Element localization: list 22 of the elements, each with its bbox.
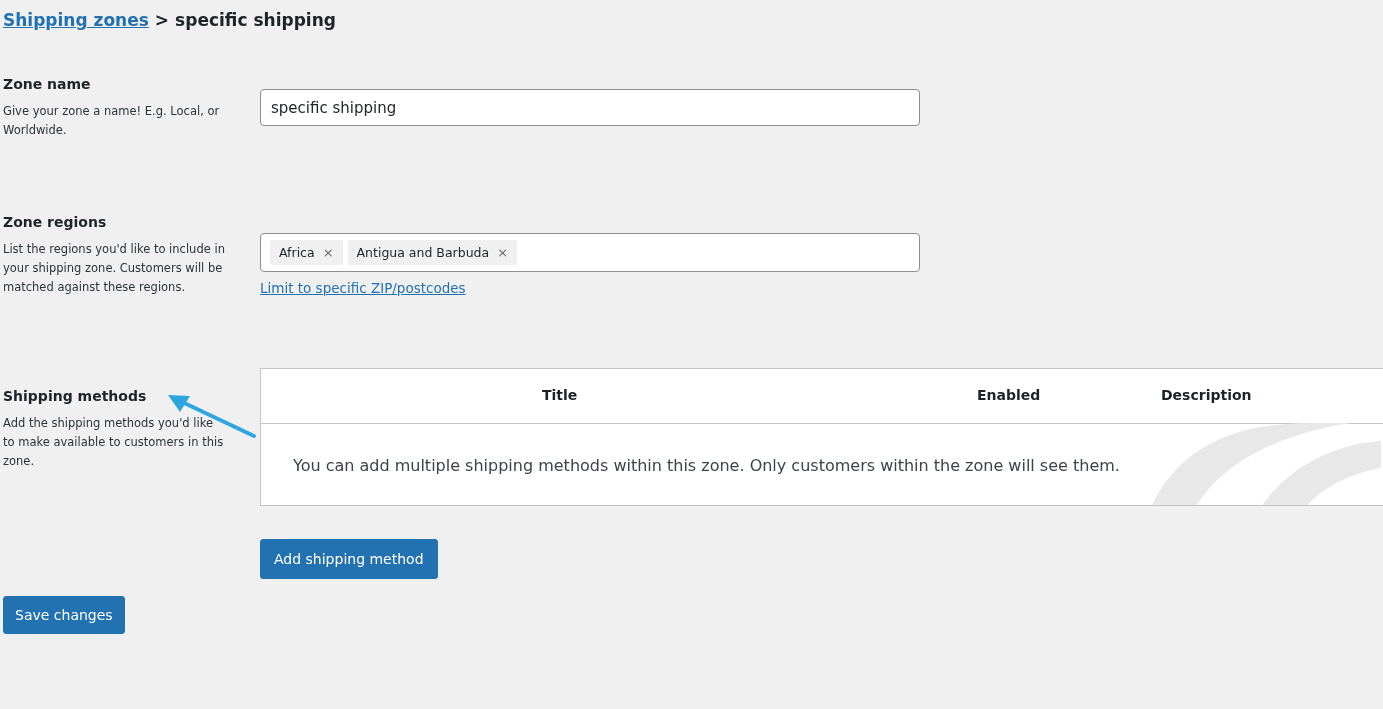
field-label: Zone name (3, 76, 92, 92)
empty-message: You can add multiple shipping methods within this zone. Only customers within the zone will see them. (293, 456, 1120, 475)
breadcrumb-separator: > (154, 10, 170, 30)
field-description: Give your zone a name! E.g. Local, or Worldwide. (3, 103, 221, 139)
remove-tag-button[interactable]: × (497, 245, 509, 260)
column-header: Enabled (977, 387, 1041, 403)
region-tag: Antigua and Barbuda × (347, 240, 518, 265)
field-label: Shipping methods (3, 388, 148, 404)
breadcrumb-current: specific shipping (175, 10, 336, 30)
shipping-zones-link[interactable]: Shipping zones (3, 10, 149, 30)
column-header: Description (1161, 387, 1252, 403)
postcodes-link[interactable]: Limit to specific ZIP/postcodes (260, 280, 466, 296)
column-header: Title (542, 387, 578, 403)
save-changes-button[interactable]: Save changes (3, 596, 125, 634)
field-description: List the regions you'd like to include in your shipping zone. Customers will be matched against these regions. (3, 241, 225, 296)
field-description: Add the shipping methods you'd like to make available to customers in this zone. (3, 415, 225, 470)
add-shipping-method-button[interactable]: Add shipping method (260, 539, 438, 579)
region-tag: Africa × (270, 240, 343, 265)
regions-field[interactable]: Africa × Antigua and Barbuda × (260, 233, 920, 272)
field-label: Zone regions (3, 214, 108, 230)
remove-tag-button[interactable]: × (322, 245, 334, 260)
zone-name-field[interactable]: specific shipping (260, 89, 920, 126)
